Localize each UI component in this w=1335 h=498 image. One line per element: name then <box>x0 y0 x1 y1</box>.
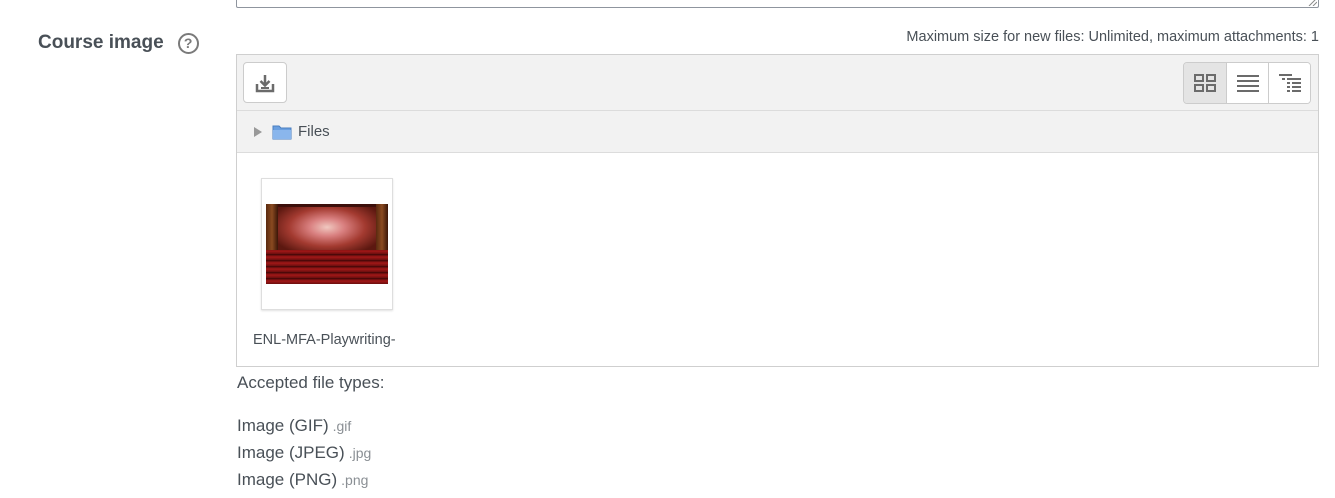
add-file-button[interactable] <box>243 62 287 103</box>
file-manager: Files ENL-MFA-Playwriting- <box>236 54 1319 367</box>
tree-icon <box>1278 74 1301 92</box>
previous-textarea[interactable] <box>236 0 1319 8</box>
file-type-label: Image (PNG) <box>237 470 338 489</box>
file-type-item: Image (GIF) .gif <box>237 416 351 436</box>
download-icon <box>255 74 275 92</box>
file-type-ext: .gif <box>332 418 352 434</box>
field-label: Course image <box>38 32 164 53</box>
resize-grip-icon[interactable] <box>1308 0 1317 6</box>
view-list-button[interactable] <box>1226 63 1268 103</box>
file-thumbnail[interactable] <box>261 178 393 310</box>
path-bar: Files <box>237 111 1318 153</box>
file-type-ext: .jpg <box>348 445 372 461</box>
files-area: ENL-MFA-Playwriting- <box>237 153 1318 366</box>
field-label-row: Course image ? <box>38 32 199 54</box>
view-mode-group <box>1183 62 1311 104</box>
file-type-item: Image (JPEG) .jpg <box>237 443 371 463</box>
grid-icon <box>1194 74 1216 92</box>
file-name[interactable]: ENL-MFA-Playwriting- <box>253 332 396 348</box>
file-type-label: Image (GIF) <box>237 416 329 435</box>
file-type-ext: .png <box>341 472 369 488</box>
help-icon[interactable]: ? <box>177 32 199 54</box>
file-manager-toolbar <box>237 55 1318 111</box>
accepted-types-title: Accepted file types: <box>237 373 385 392</box>
file-type-item: Image (PNG) .png <box>237 470 368 490</box>
path-label[interactable]: Files <box>298 123 330 140</box>
max-size-info: Maximum size for new files: Unlimited, m… <box>906 29 1319 45</box>
view-thumbnails-button[interactable] <box>1184 63 1226 103</box>
folder-icon <box>272 125 292 139</box>
view-tree-button[interactable] <box>1268 63 1310 103</box>
list-icon <box>1236 75 1259 92</box>
theater-image <box>266 204 388 284</box>
file-type-label: Image (JPEG) <box>237 443 345 462</box>
expand-caret-icon[interactable] <box>254 126 262 137</box>
